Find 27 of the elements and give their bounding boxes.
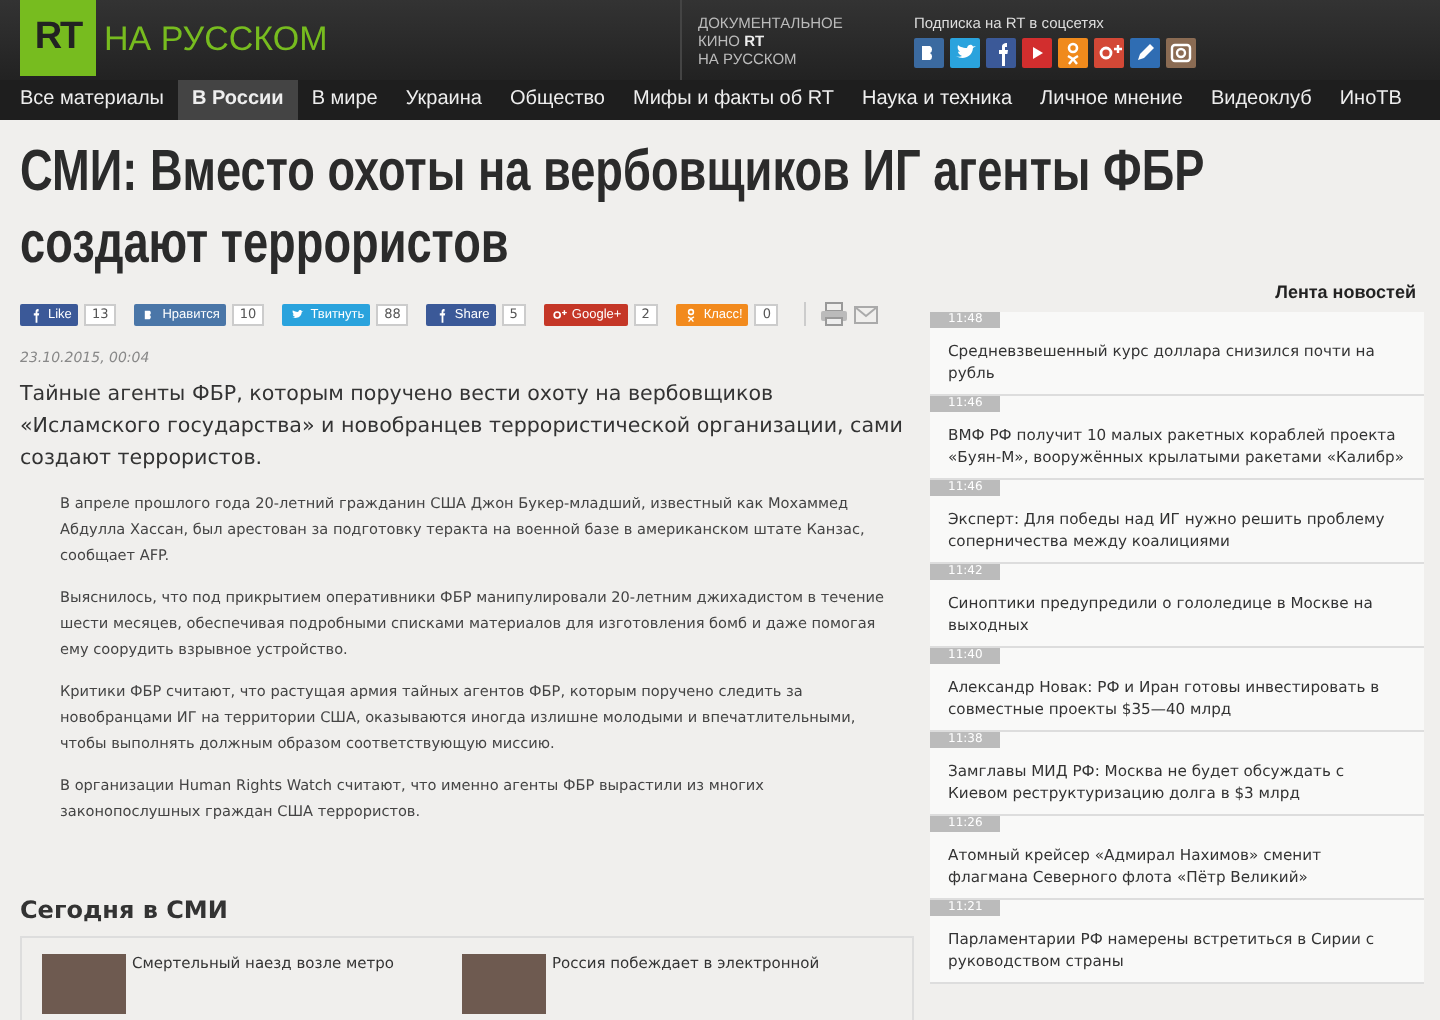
- nav-tab[interactable]: Украина: [391, 80, 496, 120]
- nav-tab[interactable]: ИноТВ: [1325, 80, 1416, 120]
- section-title: Сегодня в СМИ: [20, 896, 230, 924]
- bird-icon[interactable]: [950, 37, 980, 67]
- logo-text: RT: [34, 16, 82, 60]
- article-title: СМИ: Вместо охоты на вербовщиков ИГ агенты ФБР создают террористов: [20, 138, 1207, 280]
- camera-icon[interactable]: [1166, 37, 1196, 67]
- nav-tab[interactable]: В России: [178, 80, 298, 120]
- nav-tab[interactable]: Мифы и факты об RT: [618, 80, 848, 120]
- play-icon[interactable]: [1022, 37, 1052, 67]
- vk-icon[interactable]: [914, 37, 944, 67]
- logo-block[interactable]: RT: [20, 0, 96, 76]
- nav-tab[interactable]: Личное мнение: [1026, 80, 1197, 120]
- nav-tab[interactable]: В мире: [297, 80, 392, 120]
- pencil-icon[interactable]: [1130, 37, 1160, 67]
- google-plus-icon: [549, 305, 568, 323]
- facebook-icon[interactable]: [986, 37, 1016, 67]
- person-icon[interactable]: [1058, 37, 1088, 67]
- nav-tab[interactable]: Видеоклуб: [1196, 80, 1326, 120]
- bird-icon: [288, 305, 307, 323]
- nav-tab[interactable]: Общество: [495, 80, 619, 120]
- feed-title: Лента новостей: [1273, 282, 1416, 302]
- logo-caption[interactable]: НА РУССКОМ: [104, 20, 680, 60]
- nav-tab[interactable]: Наука и техника: [848, 80, 1027, 120]
- google-plus-icon[interactable]: [1094, 37, 1124, 67]
- nav-tab[interactable]: Все материалы: [6, 80, 178, 120]
- lead-paragraph: Тайные агенты ФБР, которым поручено вести охоту на вербовщиков «Исламского государства» и новобранцев террористической организации, сами создают террористов.: [20, 380, 905, 474]
